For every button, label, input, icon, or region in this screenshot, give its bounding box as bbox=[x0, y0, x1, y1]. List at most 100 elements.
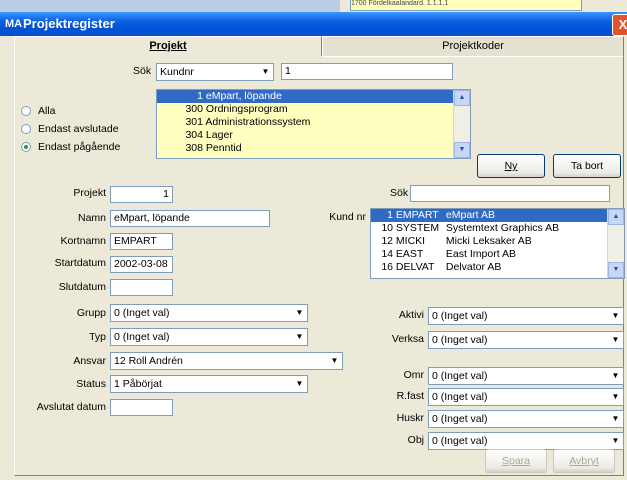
new-button[interactable]: Ny bbox=[477, 154, 545, 178]
customer-name: eMpart AB bbox=[445, 209, 495, 221]
search-field-select[interactable]: Kundnr ▼ bbox=[156, 63, 274, 81]
tab-label: Projektkoder bbox=[442, 40, 504, 52]
huskr-label: Huskr bbox=[396, 412, 424, 424]
customer-name: East Import AB bbox=[445, 248, 516, 260]
window-title: Projektregister bbox=[23, 16, 115, 31]
scroll-up-icon[interactable]: ▲ bbox=[608, 209, 624, 225]
list-item[interactable]: 301 Administrationssystem bbox=[157, 116, 470, 129]
list-item[interactable]: 300 Ordningsprogram bbox=[157, 103, 470, 116]
table-row[interactable]: 14 EAST East Import AB bbox=[371, 248, 624, 261]
rfast-label: R.fast bbox=[396, 390, 424, 402]
scroll-up-icon[interactable]: ▲ bbox=[454, 90, 470, 106]
customer-code: DELVAT bbox=[395, 261, 435, 273]
customer-list[interactable]: 1 EMPART eMpart AB 10 SYSTEM Systemtext Gr… bbox=[370, 208, 625, 279]
verksa-label: Verksa bbox=[391, 333, 424, 345]
table-row[interactable]: 12 MICKI Micki Leksaker AB bbox=[371, 235, 624, 248]
customer-number: 14 bbox=[381, 248, 393, 260]
kortnamn-input[interactable]: EMPART bbox=[110, 233, 173, 250]
project-list-scrollbar[interactable]: ▲ ▼ bbox=[453, 90, 470, 158]
verksa-select[interactable]: 0 (Inget val) ▼ bbox=[428, 331, 624, 349]
project-name: Lager bbox=[205, 129, 233, 141]
background-window: 1700 Fördelkaalandard. 1.1.1.1 bbox=[340, 0, 627, 12]
slutdatum-input[interactable] bbox=[110, 279, 173, 296]
list-item[interactable]: 308 Penntid bbox=[157, 142, 470, 155]
projektregister-window: MA Projektregister X Projekt Projektkode… bbox=[0, 12, 627, 480]
cancel-button[interactable]: Avbryt bbox=[553, 449, 615, 473]
rfast-select[interactable]: 0 (Inget val) ▼ bbox=[428, 388, 624, 406]
title-bar[interactable]: MA Projektregister X bbox=[0, 12, 627, 36]
project-name: Penntid bbox=[205, 142, 242, 154]
customer-code: EMPART bbox=[395, 209, 439, 221]
typ-label: Typ bbox=[89, 331, 106, 343]
namn-label: Namn bbox=[77, 212, 106, 224]
rfast-value: 0 (Inget val) bbox=[432, 391, 488, 403]
customer-search-label: Sök bbox=[390, 187, 409, 199]
omr-value: 0 (Inget val) bbox=[432, 370, 488, 382]
obj-select[interactable]: 0 (Inget val) ▼ bbox=[428, 432, 624, 450]
obj-label: Obj bbox=[407, 434, 424, 446]
grupp-label: Grupp bbox=[76, 307, 106, 319]
aktivi-select[interactable]: 0 (Inget val) ▼ bbox=[428, 307, 624, 325]
radio-endast-pagaende[interactable] bbox=[21, 142, 31, 152]
list-item[interactable]: 1 eMpart, löpande bbox=[157, 90, 470, 103]
omr-select[interactable]: 0 (Inget val) ▼ bbox=[428, 367, 624, 385]
scroll-down-icon[interactable]: ▼ bbox=[608, 262, 624, 278]
ansvar-label: Ansvar bbox=[73, 355, 106, 367]
radio-alla[interactable] bbox=[21, 106, 31, 116]
project-number: 301 bbox=[185, 116, 203, 128]
status-select[interactable]: 1 Påbörjat ▼ bbox=[110, 375, 308, 393]
customer-name: Delvator AB bbox=[445, 261, 502, 273]
search-field-value: Kundnr bbox=[160, 66, 194, 78]
chevron-down-icon: ▼ bbox=[258, 64, 273, 80]
save-button-label: Spara bbox=[501, 455, 531, 467]
search-label: Sök bbox=[133, 65, 152, 77]
customer-code: MICKI bbox=[395, 235, 426, 247]
customer-search-input[interactable] bbox=[410, 185, 610, 202]
slutdatum-label: Slutdatum bbox=[58, 281, 106, 293]
chevron-down-icon: ▼ bbox=[608, 308, 623, 324]
list-item[interactable]: 304 Lager bbox=[157, 129, 470, 142]
avslutat-datum-label: Avslutat datum bbox=[36, 401, 106, 413]
project-number: 308 bbox=[185, 142, 203, 154]
status-value: 1 Påbörjat bbox=[114, 378, 162, 390]
omr-label: Omr bbox=[403, 369, 424, 381]
typ-select[interactable]: 0 (Inget val) ▼ bbox=[110, 328, 308, 346]
projekt-label: Projekt bbox=[73, 187, 106, 199]
tab-panel: Sök Kundnr ▼ 1 Alla Endast avslutade End… bbox=[14, 55, 625, 476]
customer-list-scrollbar[interactable]: ▲ ▼ bbox=[607, 209, 624, 278]
radio-endast-pagaende-label: Endast pågående bbox=[38, 141, 121, 153]
project-name: Administrationssystem bbox=[205, 116, 311, 128]
startdatum-input[interactable]: 2002-03-08 bbox=[110, 256, 173, 273]
kortnamn-label: Kortnamn bbox=[60, 235, 106, 247]
namn-input[interactable]: eMpart, löpande bbox=[110, 210, 270, 227]
scroll-down-icon[interactable]: ▼ bbox=[454, 142, 470, 158]
search-input[interactable]: 1 bbox=[281, 63, 453, 80]
chevron-down-icon: ▼ bbox=[292, 305, 307, 321]
chevron-down-icon: ▼ bbox=[608, 389, 623, 405]
radio-endast-avslutade-label: Endast avslutade bbox=[38, 123, 119, 135]
tab-projektkoder[interactable]: Projektkoder bbox=[322, 36, 624, 57]
table-row[interactable]: 16 DELVAT Delvator AB bbox=[371, 261, 624, 274]
typ-value: 0 (Inget val) bbox=[114, 331, 170, 343]
project-number: 304 bbox=[185, 129, 203, 141]
startdatum-label: Startdatum bbox=[54, 257, 106, 269]
table-row[interactable]: 10 SYSTEM Systemtext Graphics AB bbox=[371, 222, 624, 235]
customer-name: Systemtext Graphics AB bbox=[445, 222, 560, 234]
close-button[interactable]: X bbox=[612, 14, 627, 36]
project-number: 1 bbox=[197, 90, 203, 102]
project-list[interactable]: 1 eMpart, löpande 300 Ordningsprogram 30… bbox=[156, 89, 471, 159]
save-button[interactable]: Spara bbox=[485, 449, 547, 473]
radio-endast-avslutade[interactable] bbox=[21, 124, 31, 134]
chevron-down-icon: ▼ bbox=[608, 411, 623, 427]
table-row[interactable]: 1 EMPART eMpart AB bbox=[371, 209, 624, 222]
huskr-select[interactable]: 0 (Inget val) ▼ bbox=[428, 410, 624, 428]
grupp-select[interactable]: 0 (Inget val) ▼ bbox=[110, 304, 308, 322]
project-name: Ordningsprogram bbox=[205, 103, 288, 115]
tab-projekt[interactable]: Projekt bbox=[14, 36, 322, 56]
delete-button[interactable]: Ta bort bbox=[553, 154, 621, 178]
projekt-input[interactable]: 1 bbox=[110, 186, 173, 203]
customer-code: EAST bbox=[395, 248, 424, 260]
avslutat-datum-input[interactable] bbox=[110, 399, 173, 416]
aktivi-label: Aktivi bbox=[398, 309, 424, 321]
ansvar-select[interactable]: 12 Roll Andrén ▼ bbox=[110, 352, 343, 370]
